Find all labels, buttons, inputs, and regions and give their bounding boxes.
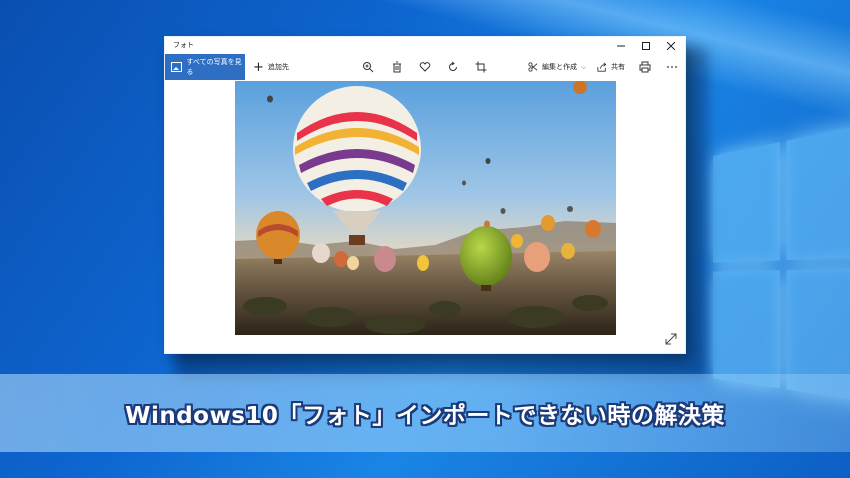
photos-app-window: フォト すべての写真を見る + 追加先 編集と作成 ⌵ 共有 <box>165 37 685 353</box>
share-button[interactable]: 共有 <box>597 54 625 80</box>
minimize-button[interactable] <box>609 37 633 54</box>
maximize-icon <box>642 41 650 50</box>
rotate-icon[interactable] <box>446 60 460 74</box>
delete-icon[interactable] <box>390 60 404 74</box>
title-banner: Windows10「フォト」インポートできない時の解決策 <box>0 374 850 452</box>
zoom-icon[interactable] <box>361 60 375 74</box>
chevron-down-icon: ⌵ <box>581 62 587 71</box>
title-bar: フォト <box>165 37 685 54</box>
toolbar: すべての写真を見る + 追加先 編集と作成 ⌵ 共有 <box>165 54 685 80</box>
edit-create-button[interactable]: 編集と作成 ⌵ <box>528 54 586 80</box>
share-icon <box>597 62 607 72</box>
photo-image <box>235 81 616 335</box>
add-to-button[interactable]: + 追加先 <box>253 54 289 80</box>
crop-icon[interactable] <box>474 60 488 74</box>
see-all-photos-label: すべての写真を見る <box>186 58 242 76</box>
minimize-icon <box>617 45 625 46</box>
add-to-label: 追加先 <box>267 63 289 71</box>
see-all-photos-button[interactable]: すべての写真を見る <box>165 54 245 80</box>
maximize-button[interactable] <box>634 37 658 54</box>
window-title: フォト <box>173 41 194 49</box>
photo-icon <box>171 62 183 72</box>
close-button[interactable] <box>659 37 683 54</box>
more-icon[interactable] <box>665 60 679 74</box>
plus-icon: + <box>253 59 264 75</box>
banner-title: Windows10「フォト」インポートできない時の解決策 <box>125 403 725 429</box>
favorite-icon[interactable] <box>418 60 432 74</box>
print-icon[interactable] <box>638 60 652 74</box>
close-icon <box>667 41 675 50</box>
expand-icon[interactable] <box>664 331 678 345</box>
share-label: 共有 <box>611 63 625 71</box>
edit-create-label: 編集と作成 <box>542 63 577 71</box>
edit-icon <box>528 62 538 72</box>
